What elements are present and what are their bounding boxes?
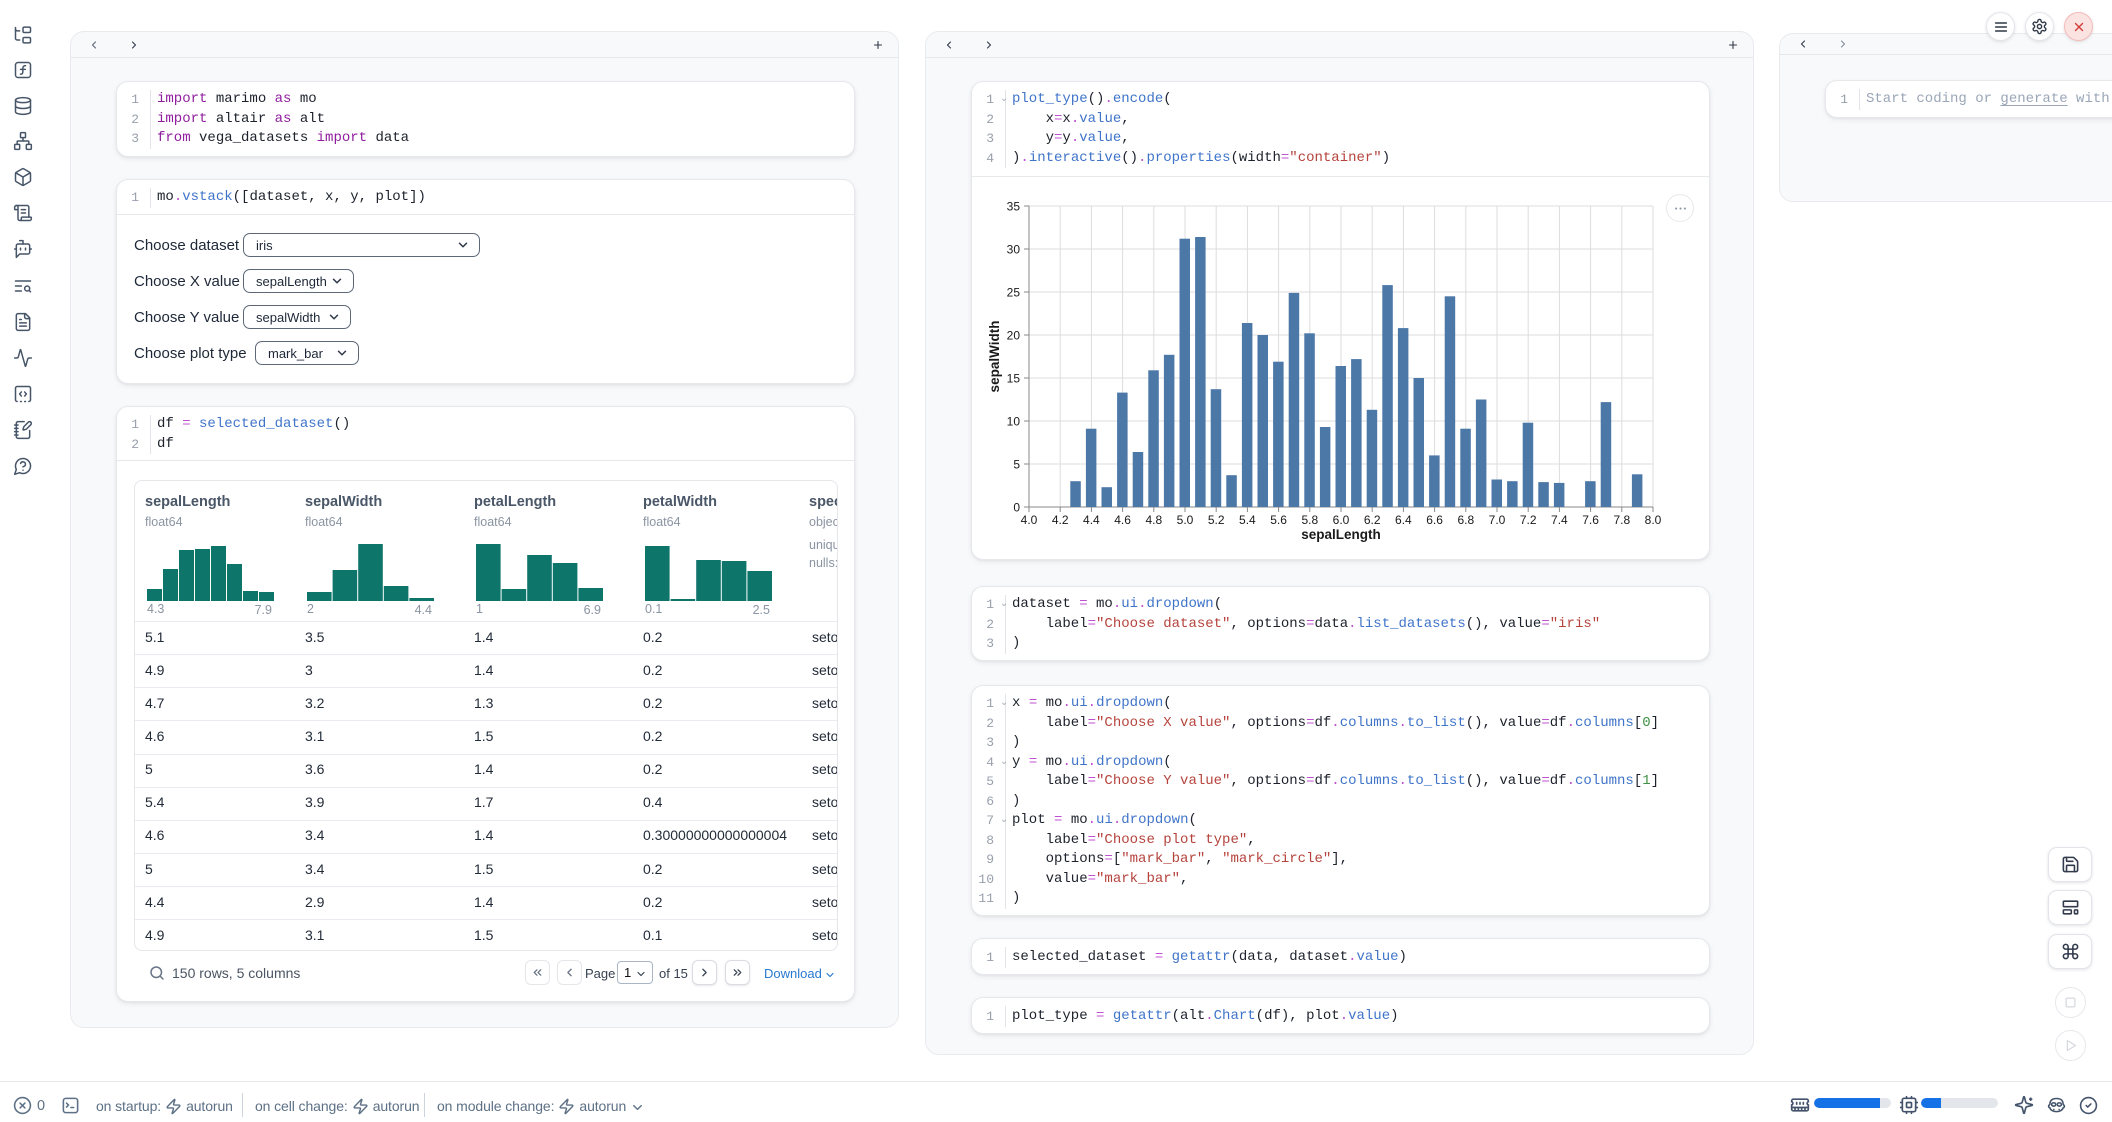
svg-text:4.6: 4.6 (1114, 513, 1131, 527)
svg-text:4.2: 4.2 (1052, 513, 1069, 527)
svg-text:5.6: 5.6 (1270, 513, 1287, 527)
svg-text:7.2: 7.2 (1520, 513, 1537, 527)
svg-text:4.0: 4.0 (1021, 513, 1038, 527)
svg-text:6.8: 6.8 (1457, 513, 1474, 527)
svg-text:sepalWidth: sepalWidth (987, 321, 1002, 393)
svg-text:15: 15 (1007, 372, 1021, 386)
svg-text:5.2: 5.2 (1208, 513, 1225, 527)
svg-text:7.8: 7.8 (1613, 513, 1630, 527)
svg-text:5.4: 5.4 (1239, 513, 1256, 527)
svg-text:6.2: 6.2 (1364, 513, 1381, 527)
svg-text:4.8: 4.8 (1145, 513, 1162, 527)
svg-text:10: 10 (1007, 415, 1021, 429)
svg-text:4.4: 4.4 (1083, 513, 1100, 527)
svg-text:30: 30 (1007, 243, 1021, 257)
svg-text:6.4: 6.4 (1395, 513, 1412, 527)
svg-text:8.0: 8.0 (1645, 513, 1662, 527)
svg-text:5.8: 5.8 (1301, 513, 1318, 527)
svg-text:7.0: 7.0 (1489, 513, 1506, 527)
svg-text:20: 20 (1007, 329, 1021, 343)
svg-text:0: 0 (1013, 501, 1020, 515)
svg-text:35: 35 (1007, 200, 1021, 214)
svg-text:7.4: 7.4 (1551, 513, 1568, 527)
svg-text:6.6: 6.6 (1426, 513, 1443, 527)
svg-text:5: 5 (1013, 458, 1020, 472)
svg-text:6.0: 6.0 (1333, 513, 1350, 527)
svg-text:7.6: 7.6 (1582, 513, 1599, 527)
svg-text:sepalLength: sepalLength (1301, 527, 1381, 542)
svg-text:25: 25 (1007, 286, 1021, 300)
svg-text:5.0: 5.0 (1177, 513, 1194, 527)
